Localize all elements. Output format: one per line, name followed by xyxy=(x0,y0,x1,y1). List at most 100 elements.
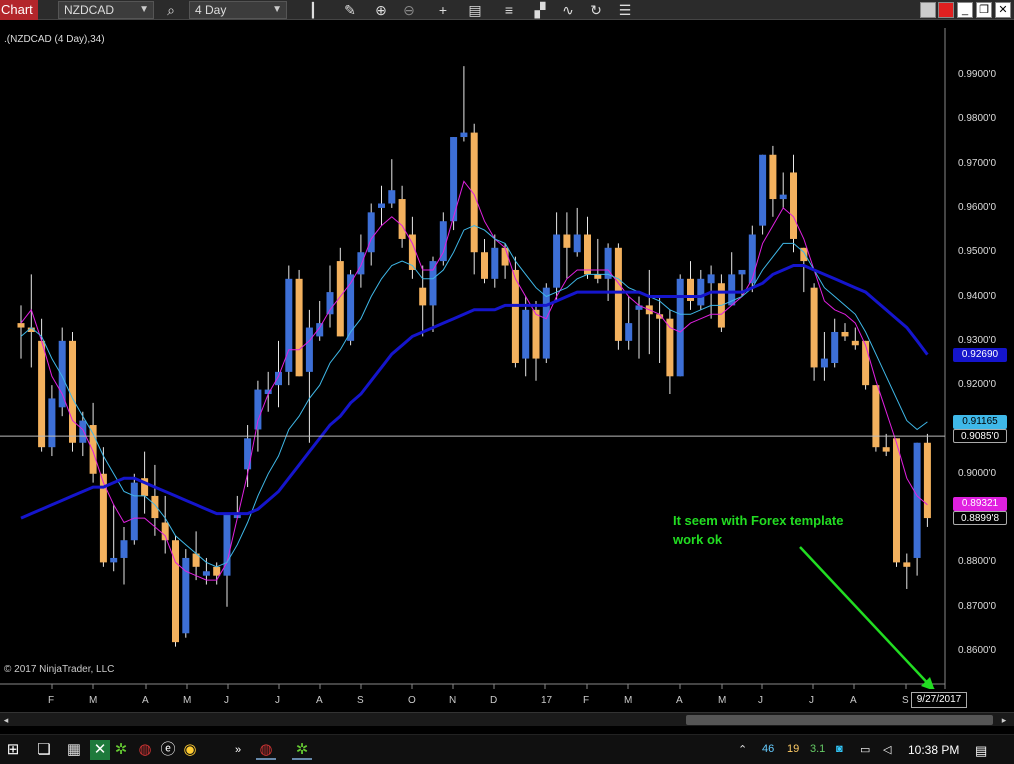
chrome-icon[interactable]: ◉ xyxy=(180,740,200,760)
month-tick-label: J xyxy=(275,695,280,706)
month-tick-label: J xyxy=(224,695,229,706)
month-tick-label: O xyxy=(408,695,416,706)
candle-up xyxy=(831,331,839,363)
volume-icon[interactable]: ◁ xyxy=(883,743,891,756)
ninjatrader-icon-2[interactable]: ✲ xyxy=(292,740,312,760)
candle-down xyxy=(584,234,591,275)
pencil-icon[interactable]: ✎ xyxy=(341,2,359,18)
strategy-icon[interactable]: ▞ xyxy=(531,2,549,18)
zoom-out-icon[interactable]: ⊖ xyxy=(400,2,418,18)
candle-down xyxy=(295,278,303,377)
scroll-thumb[interactable] xyxy=(686,715,993,725)
tray-number-1[interactable]: 46 xyxy=(762,743,774,755)
period-value: 4 Day xyxy=(195,3,227,17)
month-tick-label: A xyxy=(316,695,323,706)
month-tick-label: J xyxy=(758,695,763,706)
properties-icon[interactable]: ☰ xyxy=(616,2,634,18)
bars-icon[interactable]: ≡ xyxy=(500,2,518,18)
candle-down xyxy=(790,172,797,239)
price-tick-label: 0.9400'0 xyxy=(958,290,997,302)
notifications-icon[interactable]: ▤ xyxy=(975,743,987,759)
zoom-in-icon[interactable]: ⊕ xyxy=(372,2,390,18)
candle-down xyxy=(398,199,406,239)
candle-up xyxy=(120,540,128,558)
candle-up xyxy=(130,482,138,541)
candlestick-icon[interactable]: ┃ xyxy=(304,2,322,18)
tray-number-3[interactable]: 3.1 xyxy=(810,743,825,755)
close-red-icon[interactable] xyxy=(938,2,954,18)
candle-up xyxy=(439,221,447,262)
indicator-icon[interactable]: ∿ xyxy=(559,2,577,18)
search-icon[interactable]: ⌕ xyxy=(162,2,180,18)
date-tag: 9/27/2017 xyxy=(911,692,967,708)
network-icon[interactable]: ▭ xyxy=(860,743,870,756)
candle-up xyxy=(748,234,756,284)
overflow-icon[interactable]: » xyxy=(228,740,248,760)
task-view-icon[interactable]: ❏ xyxy=(34,740,54,760)
candle-up xyxy=(738,269,746,275)
candle-down xyxy=(893,438,900,563)
candle-down xyxy=(841,331,849,337)
chevron-down-icon: ▼ xyxy=(272,4,282,15)
candle-up xyxy=(316,323,324,337)
candle-up xyxy=(820,358,828,368)
app-icon[interactable]: ◍ xyxy=(135,740,155,760)
tray-number-2[interactable]: 19 xyxy=(787,743,799,755)
month-tick-label: M xyxy=(624,695,633,706)
candle-up xyxy=(676,278,684,377)
price-tick-label: 0.9300'0 xyxy=(958,334,997,346)
ninjatrader-icon[interactable]: ✲ xyxy=(111,740,131,760)
instrument-dropdown[interactable]: NZDCAD ▼ xyxy=(58,1,154,19)
candle-down xyxy=(470,132,478,253)
candle-down xyxy=(17,323,25,328)
candle-up xyxy=(48,398,56,448)
candle-down xyxy=(614,247,622,341)
windows-taskbar: ⊞ ❏ ▦ ✕ ✲ ◍ ⓔ ◉ » ◍ ✲ ⌃ 46 19 3.1 ◙ ▭ ◁ … xyxy=(0,734,1014,764)
candle-up xyxy=(285,278,293,372)
data-box-icon[interactable]: ▤ xyxy=(466,2,484,18)
candle-down xyxy=(161,522,169,541)
candle-up xyxy=(759,154,767,226)
tray-app-icon[interactable]: ◙ xyxy=(836,743,843,755)
refresh-icon[interactable]: ↻ xyxy=(587,2,605,18)
price-tick-label: 0.9900'0 xyxy=(958,69,997,80)
price-tag: 0.89321 xyxy=(953,496,1007,511)
candle-up xyxy=(553,234,561,288)
excel-icon[interactable]: ✕ xyxy=(90,740,110,760)
chart-tab[interactable]: Chart xyxy=(0,0,38,20)
month-tick-label: N xyxy=(449,695,457,706)
candle-down xyxy=(89,425,97,474)
candle-up xyxy=(707,274,715,284)
windows-start-icon[interactable]: ⊞ xyxy=(3,740,23,760)
close-icon[interactable]: ✕ xyxy=(995,2,1011,18)
calculator-icon[interactable]: ▦ xyxy=(64,740,84,760)
month-tick-label: D xyxy=(490,695,498,706)
month-tick-label: F xyxy=(48,695,55,706)
chevron-up-icon[interactable]: ⌃ xyxy=(738,743,747,756)
month-tick-label: 17 xyxy=(541,695,553,706)
price-tick-label: 0.9500'0 xyxy=(958,246,997,258)
ninjatrader-running-icon[interactable]: ◍ xyxy=(256,740,276,760)
price-chart[interactable] xyxy=(0,28,1014,689)
candles xyxy=(17,66,931,647)
month-tick-label: M xyxy=(718,695,727,706)
candle-up xyxy=(347,274,355,341)
candle-up xyxy=(254,389,262,430)
candle-down xyxy=(151,495,159,519)
candle-down xyxy=(851,340,859,346)
minimize-icon[interactable]: _ xyxy=(957,2,973,18)
crosshair-icon[interactable]: + xyxy=(434,2,452,18)
scroll-right-icon[interactable]: ▸ xyxy=(998,713,1010,727)
price-tag: 0.8899'8 xyxy=(953,511,1007,526)
ee-app-icon[interactable]: ⓔ xyxy=(158,740,178,760)
chart-scrollbar[interactable]: ◂ ▸ xyxy=(0,712,1014,726)
scroll-left-icon[interactable]: ◂ xyxy=(0,713,12,727)
restore-icon[interactable] xyxy=(920,2,936,18)
annotation-text: It seem with Forex template work ok xyxy=(673,511,873,549)
taskbar-clock[interactable]: 10:38 PM xyxy=(908,743,959,757)
maximize-icon[interactable]: ❐ xyxy=(976,2,992,18)
price-tag: 0.9085'0 xyxy=(953,429,1007,444)
candle-up xyxy=(388,190,396,204)
period-dropdown[interactable]: 4 Day ▼ xyxy=(189,1,287,19)
candle-down xyxy=(810,287,818,368)
